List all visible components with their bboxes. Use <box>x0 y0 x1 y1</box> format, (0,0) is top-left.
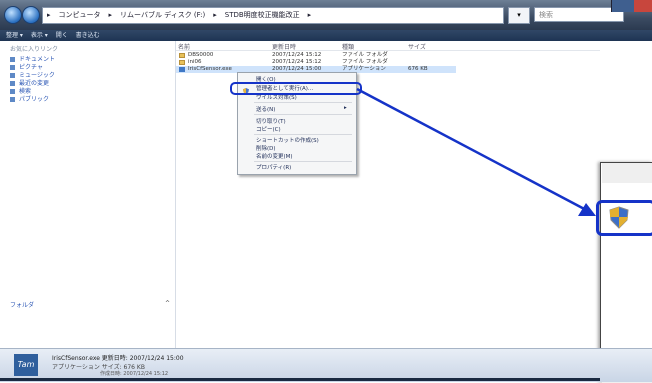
app-logo: Tam <box>14 354 38 376</box>
details-created: 作成日時: 2007/12/24 15:12 <box>100 371 169 377</box>
details-pane: Tam IrisCfSensor.exe 更新日時: 2007/12/24 15… <box>0 348 652 382</box>
explorer-window: ▸ コンピュータ ▸ リムーバブル ディスク (F:) ▸ STDB明度校正機能改正 ▸ ▾… <box>0 0 652 383</box>
callout-arrow <box>356 87 596 216</box>
details-name: IrisCfSensor.exe 更新日時: 2007/12/24 15:00 <box>52 355 184 362</box>
